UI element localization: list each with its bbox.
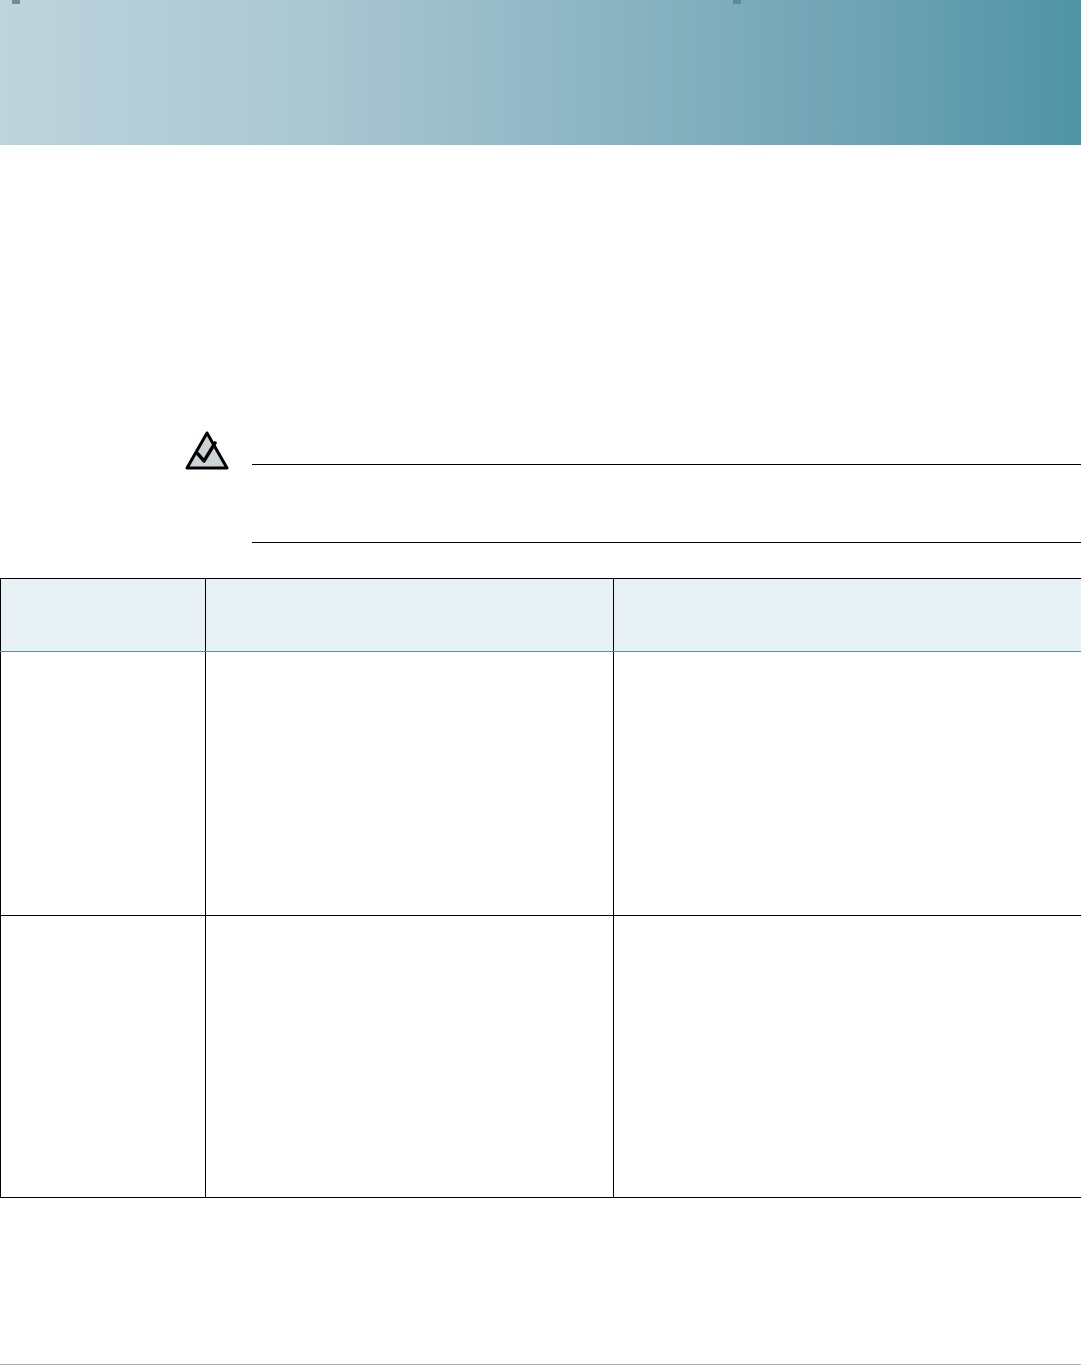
- table-header-cell-2: [205, 578, 614, 652]
- table-cell: [0, 915, 206, 1198]
- chapter-header-band: [0, 0, 1081, 145]
- table-row: [0, 915, 1081, 1198]
- table-header-cell-1: [0, 578, 206, 652]
- table-header-row: [0, 578, 1081, 652]
- table-cell: [613, 651, 1081, 916]
- table-cell: [205, 651, 614, 916]
- note-bottom-rule: [252, 542, 1081, 543]
- table-cell: [205, 915, 614, 1198]
- footer-rule: [0, 1364, 1081, 1365]
- table-cell: [0, 651, 206, 916]
- spec-table: [0, 578, 1081, 1198]
- table-cell: [613, 915, 1081, 1198]
- note-top-rule: [252, 464, 1081, 465]
- header-marker-left: [12, 0, 20, 4]
- spec-table-container: [0, 578, 1081, 1198]
- note-checkmark-icon: [184, 430, 230, 472]
- header-marker-right: [733, 0, 741, 4]
- table-row: [0, 651, 1081, 916]
- table-header-cell-3: [613, 578, 1081, 652]
- document-page: [0, 0, 1081, 1366]
